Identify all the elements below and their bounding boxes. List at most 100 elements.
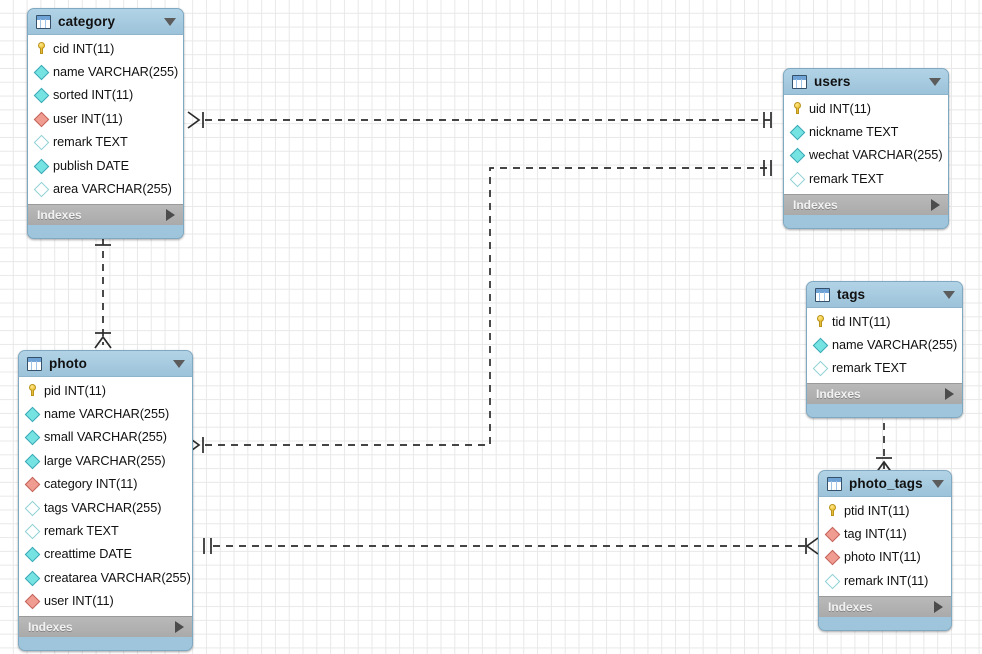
table-column[interactable]: area VARCHAR(255) xyxy=(28,177,183,200)
table-node-photo[interactable]: photo pid INT(11) name VARCHAR(255) smal… xyxy=(18,350,193,651)
chevron-down-icon[interactable] xyxy=(932,479,944,488)
table-column[interactable]: creattime DATE xyxy=(19,543,192,566)
foreign-key-icon xyxy=(24,476,41,493)
column-list-users: uid INT(11) nickname TEXT wechat VARCHAR… xyxy=(784,95,948,194)
table-name: photo xyxy=(49,356,87,371)
table-column[interactable]: remark INT(11) xyxy=(819,569,951,592)
column-label: remark INT(11) xyxy=(844,573,929,588)
table-column[interactable]: tag INT(11) xyxy=(819,522,951,545)
column-nullable-icon xyxy=(24,523,41,540)
table-column[interactable]: remark TEXT xyxy=(807,357,962,380)
table-column[interactable]: small VARCHAR(255) xyxy=(19,426,192,449)
column-notnull-icon xyxy=(24,570,41,587)
table-footer xyxy=(819,616,951,630)
table-column[interactable]: ptid INT(11) xyxy=(819,499,951,522)
primary-key-icon xyxy=(826,504,839,517)
column-label: remark TEXT xyxy=(44,524,119,539)
table-footer xyxy=(28,224,183,238)
table-node-category[interactable]: category cid INT(11) name VARCHAR(255) s… xyxy=(27,8,184,239)
chevron-right-icon[interactable] xyxy=(175,620,184,633)
table-column[interactable]: tags VARCHAR(255) xyxy=(19,496,192,519)
table-name: users xyxy=(814,74,851,89)
table-column[interactable]: creatarea VARCHAR(255) xyxy=(19,566,192,589)
chevron-down-icon[interactable] xyxy=(943,290,955,299)
table-column[interactable]: category INT(11) xyxy=(19,473,192,496)
table-column[interactable]: pid INT(11) xyxy=(19,379,192,402)
column-label: name VARCHAR(255) xyxy=(53,65,179,80)
table-column[interactable]: user INT(11) xyxy=(19,590,192,613)
column-label: user INT(11) xyxy=(53,111,123,126)
column-notnull-icon xyxy=(33,88,50,104)
table-name: category xyxy=(58,14,116,29)
table-icon xyxy=(36,14,51,29)
relationship-category-users xyxy=(187,111,772,129)
indexes-section-tags[interactable]: Indexes xyxy=(807,383,962,405)
table-header-users[interactable]: users xyxy=(784,69,948,95)
table-column[interactable]: wechat VARCHAR(255) xyxy=(784,144,948,167)
table-column[interactable]: user INT(11) xyxy=(28,107,183,130)
table-column[interactable]: remark TEXT xyxy=(28,131,183,154)
table-header-category[interactable]: category xyxy=(28,9,183,35)
table-column[interactable]: photo INT(11) xyxy=(819,546,951,569)
column-label: name VARCHAR(255) xyxy=(44,407,170,422)
column-nullable-icon xyxy=(33,134,50,151)
column-label: small VARCHAR(255) xyxy=(44,430,167,445)
indexes-label: Indexes xyxy=(28,619,73,634)
chevron-right-icon[interactable] xyxy=(934,600,943,613)
primary-key-icon xyxy=(35,42,48,55)
table-column[interactable]: name VARCHAR(255) xyxy=(19,402,192,425)
column-list-photo: pid INT(11) name VARCHAR(255) small VARC… xyxy=(19,377,192,616)
column-label: remark TEXT xyxy=(53,135,128,150)
indexes-section-photo-tags[interactable]: Indexes xyxy=(819,595,951,617)
column-label: tid INT(11) xyxy=(832,314,891,329)
table-header-photo-tags[interactable]: photo_tags xyxy=(819,471,951,497)
table-node-tags[interactable]: tags tid INT(11) name VARCHAR(255) remar… xyxy=(806,281,963,419)
table-header-tags[interactable]: tags xyxy=(807,282,962,308)
table-node-users[interactable]: users uid INT(11) nickname TEXT wechat V… xyxy=(783,68,949,229)
eer-diagram-canvas[interactable]: category cid INT(11) name VARCHAR(255) s… xyxy=(0,0,982,654)
table-icon xyxy=(827,476,842,491)
indexes-section-users[interactable]: Indexes xyxy=(784,193,948,215)
table-column[interactable]: nickname TEXT xyxy=(784,120,948,143)
column-notnull-icon xyxy=(33,158,50,174)
column-nullable-icon xyxy=(812,361,829,377)
primary-key-icon xyxy=(26,384,39,397)
column-label: area VARCHAR(255) xyxy=(53,182,172,197)
chevron-down-icon[interactable] xyxy=(164,17,176,26)
chevron-down-icon[interactable] xyxy=(173,359,185,368)
table-column[interactable]: uid INT(11) xyxy=(784,97,948,120)
table-column[interactable]: remark TEXT xyxy=(784,167,948,190)
column-label: ptid INT(11) xyxy=(844,503,910,518)
chevron-right-icon[interactable] xyxy=(931,198,940,211)
column-label: creattime DATE xyxy=(44,547,132,562)
column-label: remark TEXT xyxy=(832,361,907,376)
table-header-photo[interactable]: photo xyxy=(19,351,192,377)
table-footer xyxy=(19,636,192,650)
indexes-label: Indexes xyxy=(828,599,873,614)
indexes-section-category[interactable]: Indexes xyxy=(28,203,183,225)
chevron-right-icon[interactable] xyxy=(945,388,954,401)
foreign-key-icon xyxy=(33,111,50,128)
column-label: cid INT(11) xyxy=(53,41,115,56)
table-column[interactable]: tid INT(11) xyxy=(807,310,962,333)
relationship-photo-users xyxy=(187,160,772,454)
column-label: category INT(11) xyxy=(44,477,138,492)
table-footer xyxy=(807,404,962,418)
table-column[interactable]: sorted INT(11) xyxy=(28,84,183,107)
table-column[interactable]: remark TEXT xyxy=(19,519,192,542)
table-column[interactable]: large VARCHAR(255) xyxy=(19,449,192,472)
foreign-key-icon xyxy=(824,550,841,566)
table-column[interactable]: name VARCHAR(255) xyxy=(807,333,962,356)
chevron-right-icon[interactable] xyxy=(166,208,175,221)
table-column[interactable]: publish DATE xyxy=(28,154,183,177)
table-column[interactable]: cid INT(11) xyxy=(28,37,183,60)
indexes-section-photo[interactable]: Indexes xyxy=(19,615,192,637)
table-column[interactable]: name VARCHAR(255) xyxy=(28,60,183,83)
column-nullable-icon xyxy=(824,573,841,590)
table-footer xyxy=(784,214,948,228)
relationship-phototags-tags xyxy=(875,409,893,474)
table-node-photo-tags[interactable]: photo_tags ptid INT(11) tag INT(11) phot… xyxy=(818,470,952,631)
column-nullable-icon xyxy=(24,500,41,516)
column-notnull-icon xyxy=(33,64,50,81)
chevron-down-icon[interactable] xyxy=(929,77,941,86)
